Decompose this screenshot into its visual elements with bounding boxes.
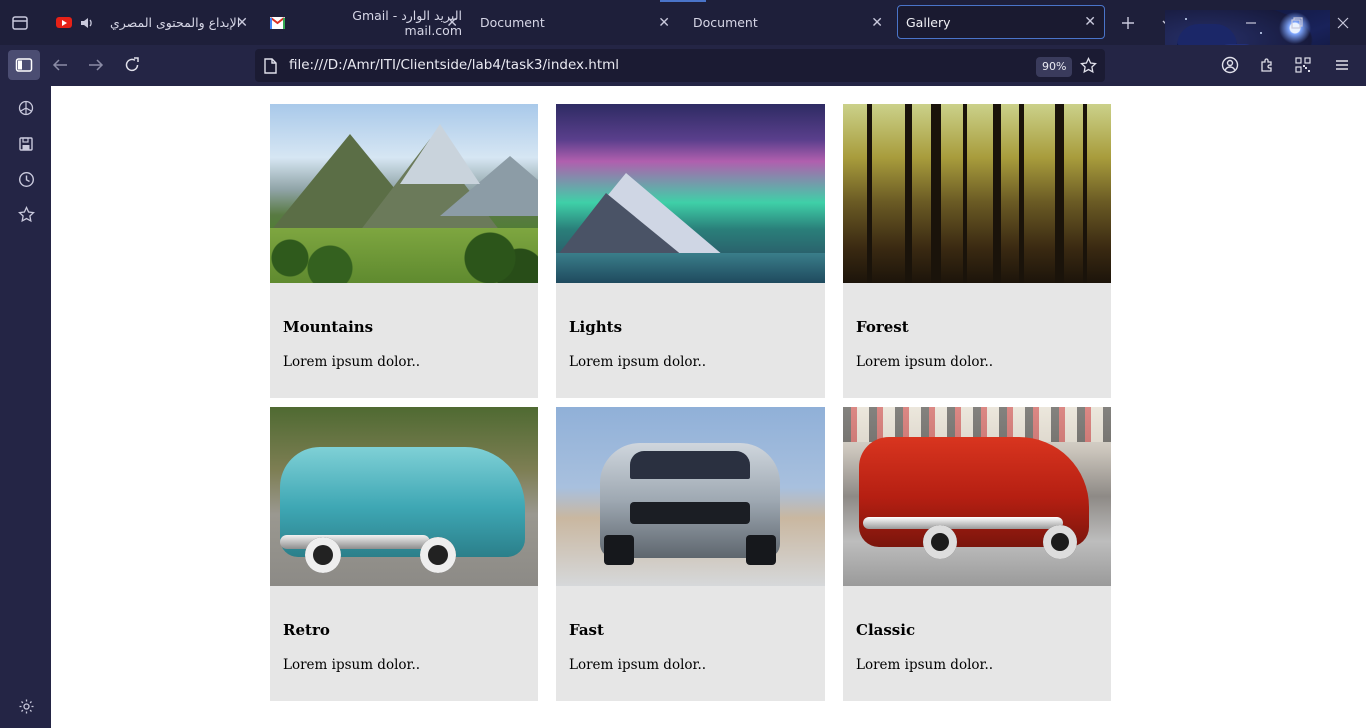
- gallery-card-fast: Fast Lorem ipsum dolor..: [556, 407, 825, 701]
- card-text: Lorem ipsum dolor..: [569, 354, 707, 370]
- card-text: Lorem ipsum dolor..: [856, 657, 994, 673]
- card-text: Lorem ipsum dolor..: [283, 657, 421, 673]
- tab-title: Gallery: [906, 14, 951, 30]
- tab-title: Document: [480, 15, 545, 30]
- forest-image: [843, 104, 1111, 283]
- navigation-toolbar: file:///D:/Amr/ITI/Clientside/lab4/task3…: [0, 45, 1366, 86]
- app-menu-button[interactable]: [1326, 50, 1358, 80]
- puzzle-icon: [1260, 57, 1272, 72]
- card-title: Mountains: [283, 318, 374, 336]
- gmail-icon: [270, 16, 285, 29]
- account-icon: [1221, 56, 1239, 74]
- reload-button[interactable]: [116, 50, 148, 80]
- gallery-grid: Mountains Lorem ipsum dolor.. Lights Lor…: [270, 104, 1111, 701]
- address-bar[interactable]: file:///D:/Amr/ITI/Clientside/lab4/task3…: [255, 49, 1105, 82]
- close-tab-icon[interactable]: ✕: [446, 15, 458, 31]
- arrow-right-icon: [89, 59, 104, 71]
- tab-document-1[interactable]: Document ✕: [478, 0, 674, 45]
- fast-car-image: [556, 407, 825, 586]
- classic-car-image: [843, 407, 1111, 586]
- hamburger-menu-icon: [1336, 60, 1348, 70]
- tab-title: البريد الوارد - Gmail mail.com: [352, 7, 462, 38]
- restore-button[interactable]: [1284, 0, 1310, 45]
- gallery-card-lights: Lights Lorem ipsum dolor..: [556, 104, 825, 398]
- minimize-icon: [1246, 21, 1256, 24]
- tab-youtube[interactable]: الإبداع والمحتوى المصري ✕: [52, 0, 252, 45]
- history-icon[interactable]: [14, 167, 38, 191]
- close-icon: [1337, 17, 1349, 28]
- speaker-icon[interactable]: [80, 17, 94, 29]
- card-title: Lights: [569, 318, 623, 336]
- card-title: Fast: [569, 621, 604, 639]
- back-button[interactable]: [44, 50, 76, 80]
- close-tab-icon[interactable]: ✕: [658, 15, 670, 31]
- close-window-button[interactable]: [1330, 0, 1356, 45]
- gallery-card-mountains: Mountains Lorem ipsum dolor..: [270, 104, 538, 398]
- sidebar-icon: [15, 58, 33, 72]
- card-text: Lorem ipsum dolor..: [283, 354, 421, 370]
- chatgpt-icon[interactable]: [14, 96, 38, 120]
- url-text[interactable]: file:///D:/Amr/ITI/Clientside/lab4/task3…: [289, 49, 619, 82]
- mountains-image: [270, 104, 538, 283]
- save-icon[interactable]: [14, 132, 38, 156]
- retro-car-image: [270, 407, 538, 586]
- sidebar-toggle-button[interactable]: [8, 50, 40, 80]
- card-title: Forest: [856, 318, 909, 336]
- tab-gallery[interactable]: Gallery ✕: [897, 5, 1105, 39]
- tab-title: Document: [693, 15, 758, 30]
- arrow-left-icon: [52, 59, 67, 71]
- tab-overview-button[interactable]: [0, 0, 40, 45]
- new-tab-button[interactable]: [1115, 0, 1141, 45]
- gallery-card-retro: Retro Lorem ipsum dolor..: [270, 407, 538, 701]
- tab-title: الإبداع والمحتوى المصري: [110, 15, 241, 30]
- extensions-button[interactable]: [1251, 50, 1283, 80]
- close-tab-icon[interactable]: ✕: [871, 15, 883, 31]
- aurora-lights-image: [556, 104, 825, 283]
- qr-code-button[interactable]: [1287, 50, 1319, 80]
- tab-document-2[interactable]: Document ✕: [691, 0, 887, 45]
- browser-sidebar: [0, 86, 51, 728]
- settings-gear-icon[interactable]: [14, 694, 38, 718]
- plus-icon: [1122, 16, 1134, 29]
- restore-icon: [1291, 16, 1303, 29]
- account-button[interactable]: [1214, 50, 1246, 80]
- close-tab-icon[interactable]: ✕: [1084, 14, 1096, 30]
- youtube-icon: [56, 17, 72, 28]
- reload-icon: [125, 57, 139, 72]
- card-title: Retro: [283, 621, 330, 639]
- tab-overview-icon: [12, 15, 28, 30]
- page-viewport: Mountains Lorem ipsum dolor.. Lights Lor…: [51, 86, 1366, 728]
- gallery-card-classic: Classic Lorem ipsum dolor..: [843, 407, 1111, 701]
- forward-button[interactable]: [80, 50, 112, 80]
- page-file-icon: [264, 58, 277, 74]
- zoom-level-badge[interactable]: 90%: [1036, 57, 1073, 77]
- card-text: Lorem ipsum dolor..: [856, 354, 994, 370]
- qr-code-icon: [1295, 57, 1311, 73]
- minimize-button[interactable]: [1238, 0, 1264, 45]
- tab-gmail[interactable]: البريد الوارد - Gmail mail.com ✕: [266, 0, 462, 45]
- gallery-card-forest: Forest Lorem ipsum dolor..: [843, 104, 1111, 398]
- card-text: Lorem ipsum dolor..: [569, 657, 707, 673]
- bookmark-star-icon[interactable]: [1080, 57, 1097, 74]
- bookmarks-star-icon[interactable]: [14, 202, 38, 226]
- close-tab-icon[interactable]: ✕: [236, 15, 248, 31]
- card-title: Classic: [856, 621, 916, 639]
